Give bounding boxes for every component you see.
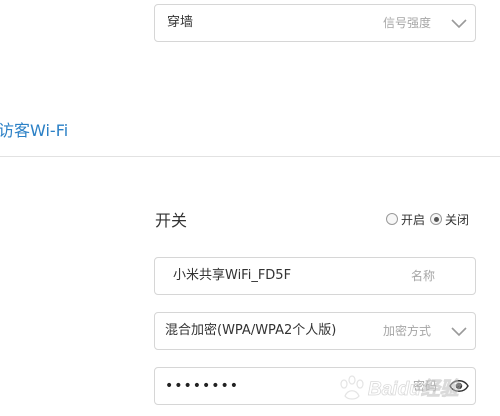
chevron-down-icon[interactable] [450, 15, 468, 31]
radio-off[interactable] [430, 213, 443, 225]
guest-wifi-section-title: 访客Wi-Fi [0, 121, 69, 140]
switch-label: 开关 [155, 211, 188, 230]
radio-off-label: 关闭 [445, 212, 470, 227]
radio-option-off[interactable]: 关闭 [430, 211, 469, 228]
encryption-label: 加密方式 [383, 324, 432, 338]
encryption-select[interactable]: 混合加密(WPA/WPA2个人版) 加密方式 [154, 312, 476, 350]
switch-radio-group: 开启 关闭 [386, 210, 474, 228]
signal-strength-label: 信号强度 [383, 16, 432, 30]
wifi-name-label: 名称 [411, 269, 436, 283]
signal-strength-select[interactable]: 穿墙 信号强度 [154, 4, 476, 42]
wifi-name-value: 小米共享WiFi_FD5F [173, 268, 292, 283]
eye-icon[interactable] [449, 377, 469, 395]
signal-strength-value: 穿墙 [167, 15, 194, 30]
encryption-value: 混合加密(WPA/WPA2个人版) [165, 323, 337, 338]
chevron-down-icon[interactable] [450, 323, 468, 339]
radio-on[interactable] [386, 213, 398, 225]
password-label: 密码 [413, 379, 438, 393]
radio-option-on[interactable]: 开启 [386, 211, 425, 228]
wifi-name-input[interactable]: 小米共享WiFi_FD5F 名称 [154, 257, 476, 295]
password-value: •••••••• [165, 378, 240, 394]
section-divider [0, 156, 500, 157]
guest-wifi-settings-page: 穿墙 信号强度 访客Wi-Fi 开关 开启 关闭 小米共享WiFi_FD5F 名… [0, 0, 500, 416]
password-input[interactable]: •••••••• 密码 [154, 367, 476, 405]
radio-on-label: 开启 [401, 212, 426, 227]
